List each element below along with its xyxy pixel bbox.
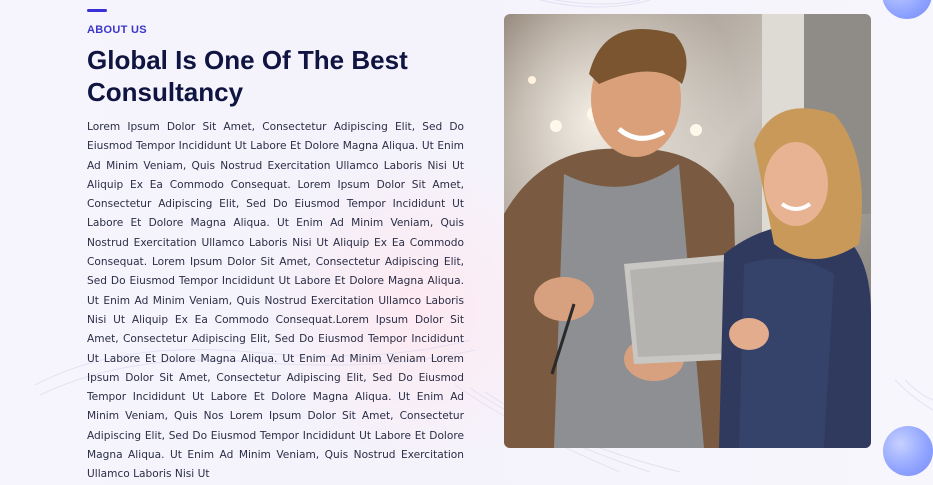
section-body: Lorem Ipsum Dolor Sit Amet, Consectetur … (87, 121, 464, 481)
section-accent-bar (87, 9, 107, 12)
decorative-orb-bottom (883, 426, 933, 476)
section-title: Global Is One Of The Best Consultancy (87, 45, 408, 107)
team-photo-illustration (504, 14, 871, 448)
team-photo (504, 14, 871, 448)
section-eyebrow: ABOUT US (87, 24, 147, 36)
